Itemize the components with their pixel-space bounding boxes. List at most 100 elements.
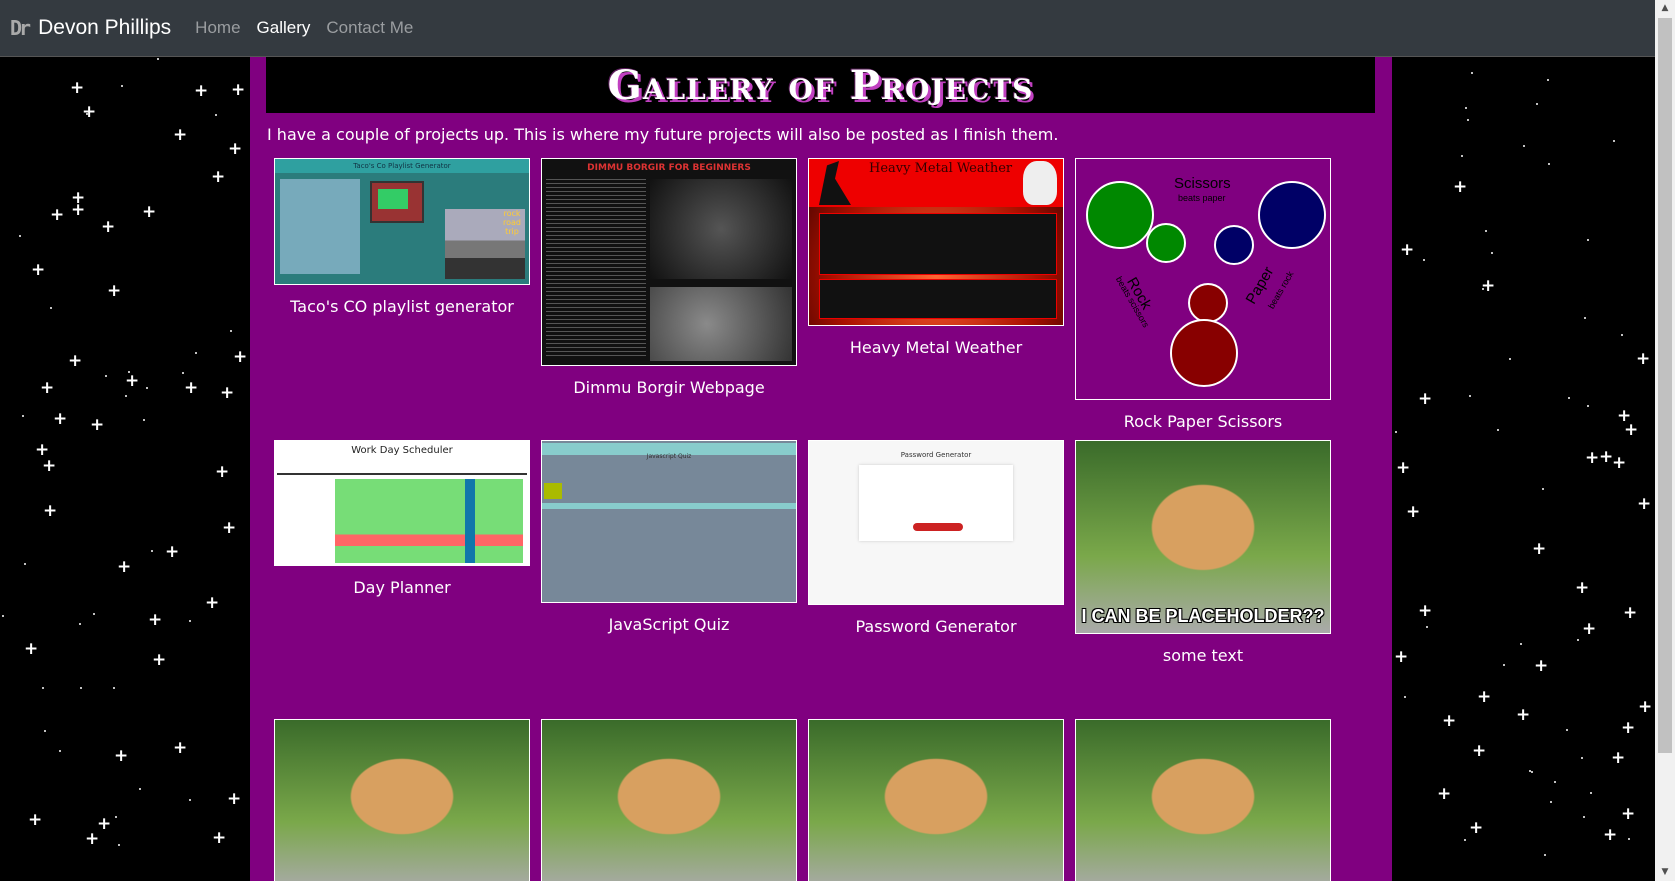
star: + (1534, 656, 1549, 676)
project-card-placeholder[interactable] (274, 719, 530, 881)
project-thumbnail[interactable]: Javascript Quiz (541, 440, 797, 603)
project-card-taco[interactable]: Taco's Co Playlist Generator rock road t… (274, 158, 530, 316)
star: + (82, 102, 97, 122)
star (1469, 395, 1471, 397)
star (1497, 429, 1499, 431)
star (1547, 79, 1549, 81)
star: + (68, 351, 83, 371)
scissors-hand-icon (1086, 181, 1154, 249)
star (1503, 664, 1505, 666)
project-thumbnail[interactable]: Heavy Metal Weather (808, 158, 1064, 326)
star: + (24, 639, 39, 659)
star: + (1585, 448, 1600, 468)
project-thumbnail[interactable]: Password Generator (808, 440, 1064, 605)
project-caption[interactable]: Rock Paper Scissors (1075, 412, 1331, 431)
star (2, 615, 4, 617)
thumbnail-text: rock road trip (503, 209, 521, 236)
star (182, 372, 184, 374)
star: + (227, 789, 242, 809)
thumbnail-header: Work Day Scheduler (351, 445, 453, 456)
star (86, 113, 88, 115)
star (143, 419, 145, 421)
star (125, 395, 127, 397)
project-thumbnail[interactable]: Scissors beats paper Rock beats scissors… (1075, 158, 1331, 400)
star: + (114, 746, 129, 766)
nav-link-gallery[interactable]: Gallery (257, 18, 311, 38)
project-card-weather[interactable]: Heavy Metal Weather Heavy Metal Weather (808, 158, 1064, 357)
star (1465, 107, 1467, 109)
project-card-day-planner[interactable]: Work Day Scheduler Day Planner (274, 440, 530, 597)
project-card-password[interactable]: Password Generator Password Generator (808, 440, 1064, 636)
nav-link-contact[interactable]: Contact Me (326, 18, 413, 38)
star: + (1469, 818, 1484, 838)
star: + (184, 378, 199, 398)
star: + (31, 260, 46, 280)
star (79, 623, 81, 625)
star: + (1582, 619, 1597, 639)
chevron-down-icon[interactable]: ▼ (1655, 864, 1675, 881)
project-card-placeholder[interactable] (541, 719, 797, 881)
star (1548, 163, 1550, 165)
project-caption[interactable]: Dimmu Borgir Webpage (541, 378, 797, 397)
star: + (125, 371, 140, 391)
dr-logo-icon[interactable]: Dr (10, 16, 31, 40)
nav-link-home[interactable]: Home (195, 18, 240, 38)
project-caption[interactable]: Heavy Metal Weather (808, 338, 1064, 357)
kitten-image[interactable]: I CAN BE PLACEHOLDER?? (1075, 440, 1331, 634)
star (1467, 119, 1469, 121)
project-card-dimmu[interactable]: DIMMU BORGIR FOR BEGINNERS Dimmu Borgir … (541, 158, 797, 397)
star: + (220, 383, 235, 403)
project-caption[interactable]: some text (1075, 646, 1331, 665)
star (1520, 643, 1522, 645)
star: + (222, 518, 237, 538)
star: + (1472, 741, 1487, 761)
project-caption[interactable]: Password Generator (808, 617, 1064, 636)
project-card-placeholder[interactable] (1075, 719, 1331, 881)
project-thumbnail[interactable]: DIMMU BORGIR FOR BEGINNERS (541, 158, 797, 366)
star: + (1418, 601, 1433, 621)
thumbnail-header: DIMMU BORGIR FOR BEGINNERS (587, 163, 751, 173)
main-content: Gallery of Projects I have a couple of p… (250, 57, 1392, 881)
meme-text: I CAN BE PLACEHOLDER?? (1081, 606, 1325, 626)
project-card-placeholder[interactable]: I CAN BE PLACEHOLDER?? some text (1075, 440, 1331, 665)
star (1621, 334, 1623, 336)
kitten-image[interactable] (541, 719, 797, 881)
star: + (1400, 240, 1415, 260)
scissors-label: Scissors (1174, 175, 1231, 192)
intro-text: I have a couple of projects up. This is … (267, 125, 1059, 144)
kitten-image[interactable] (1075, 719, 1331, 881)
star: + (70, 78, 85, 98)
star (128, 371, 130, 373)
project-caption[interactable]: Day Planner (274, 578, 530, 597)
star: + (215, 462, 230, 482)
page-scrollbar[interactable]: ▲ ▼ (1655, 0, 1675, 881)
page-title: Gallery of Projects (607, 61, 1034, 109)
kitten-image[interactable] (274, 719, 530, 881)
project-card-rps[interactable]: Scissors beats paper Rock beats scissors… (1075, 158, 1331, 431)
chevron-up-icon[interactable]: ▲ (1655, 0, 1675, 17)
project-card-quiz[interactable]: Javascript Quiz JavaScript Quiz (541, 440, 797, 634)
star (80, 687, 82, 689)
star: + (1623, 603, 1638, 623)
star (22, 415, 24, 417)
project-thumbnail[interactable]: Taco's Co Playlist Generator rock road t… (274, 158, 530, 285)
project-thumbnail[interactable]: Work Day Scheduler (274, 440, 530, 566)
star: + (97, 814, 112, 834)
kitten-image[interactable] (808, 719, 1064, 881)
project-caption[interactable]: JavaScript Quiz (541, 615, 797, 634)
project-caption[interactable]: Taco's CO playlist generator (274, 297, 530, 316)
brand-name[interactable]: Devon Phillips (38, 16, 171, 40)
star (1423, 259, 1425, 261)
project-card-placeholder[interactable] (808, 719, 1064, 881)
text-column (546, 179, 646, 359)
star: + (1481, 276, 1496, 296)
star (1577, 639, 1579, 641)
answer-buttons (544, 483, 562, 499)
star (1583, 816, 1585, 818)
scrollbar-thumb[interactable] (1658, 18, 1672, 753)
star (1590, 792, 1592, 794)
star: + (1621, 804, 1636, 824)
band-photo (650, 179, 792, 279)
star: + (71, 200, 86, 220)
star: + (205, 593, 220, 613)
